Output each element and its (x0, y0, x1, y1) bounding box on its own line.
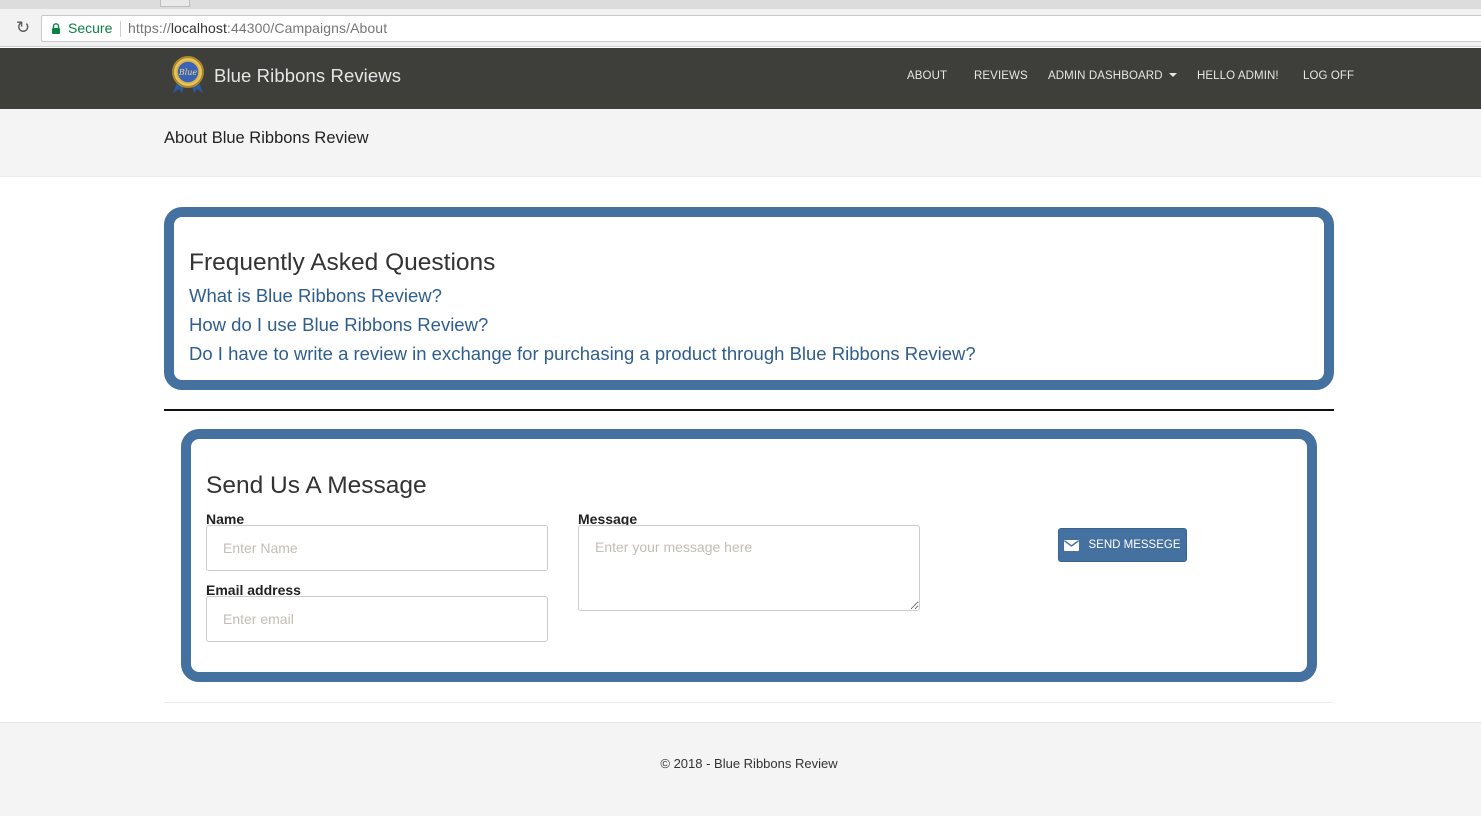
nav-reviews[interactable]: Reviews (974, 70, 1028, 82)
message-title: Send Us A Message (206, 472, 427, 499)
browser-tab[interactable] (160, 0, 190, 7)
footer-rule (164, 702, 1334, 703)
site-footer: © 2018 - Blue Ribbons Review (0, 722, 1481, 816)
nav-hello-admin[interactable]: Hello Admin! (1197, 70, 1279, 82)
message-panel: Send Us A Message Name Email address Mes… (181, 429, 1317, 682)
nav-about[interactable]: About (907, 70, 947, 82)
secure-label: Secure (68, 20, 113, 36)
send-message-label: Send Messege (1088, 539, 1181, 551)
faq-panel: Frequently Asked Questions What is Blue … (164, 207, 1334, 390)
address-bar[interactable]: Secure https://localhost:44300/Campaigns… (41, 15, 1481, 42)
name-input[interactable] (206, 525, 548, 571)
caret-down-icon (1168, 73, 1177, 77)
svg-text:Blue: Blue (178, 68, 198, 77)
section-divider (164, 409, 1334, 411)
nav-log-off[interactable]: Log off (1303, 70, 1354, 82)
faq-link-how-to-use[interactable]: How do I use Blue Ribbons Review? (189, 314, 488, 336)
url-path: :44300/Campaigns/About (226, 20, 388, 36)
message-textarea[interactable] (578, 525, 920, 611)
send-message-button[interactable]: Send Messege (1058, 528, 1187, 562)
address-separator (120, 21, 121, 37)
nav-admin-dashboard-label: Admin Dashboard (1048, 70, 1163, 82)
browser-toolbar: ↻ Secure https://localhost:44300/Campaig… (0, 0, 1481, 47)
faq-link-review-required[interactable]: Do I have to write a review in exchange … (189, 343, 976, 365)
url-host: localhost (170, 20, 227, 36)
lock-icon (52, 23, 60, 34)
page-title: About Blue Ribbons Review (164, 129, 369, 147)
url-scheme: https:// (128, 20, 171, 36)
site-navbar: Blue Blue Ribbons Reviews About Reviews … (0, 48, 1481, 109)
reload-icon[interactable]: ↻ (13, 18, 33, 38)
page-header: About Blue Ribbons Review (0, 109, 1481, 177)
blue-ribbon-logo-icon[interactable]: Blue (168, 54, 208, 94)
faq-title: Frequently Asked Questions (189, 249, 496, 276)
faq-link-what-is[interactable]: What is Blue Ribbons Review? (189, 285, 442, 307)
brand-name[interactable]: Blue Ribbons Reviews (214, 65, 401, 87)
url-text[interactable]: https://localhost:44300/Campaigns/About (128, 16, 387, 41)
email-input[interactable] (206, 596, 548, 642)
envelope-icon (1064, 539, 1080, 551)
tab-strip (0, 0, 1481, 9)
nav-admin-dashboard[interactable]: Admin Dashboard (1048, 70, 1177, 82)
copyright-text: © 2018 - Blue Ribbons Review (660, 756, 838, 771)
